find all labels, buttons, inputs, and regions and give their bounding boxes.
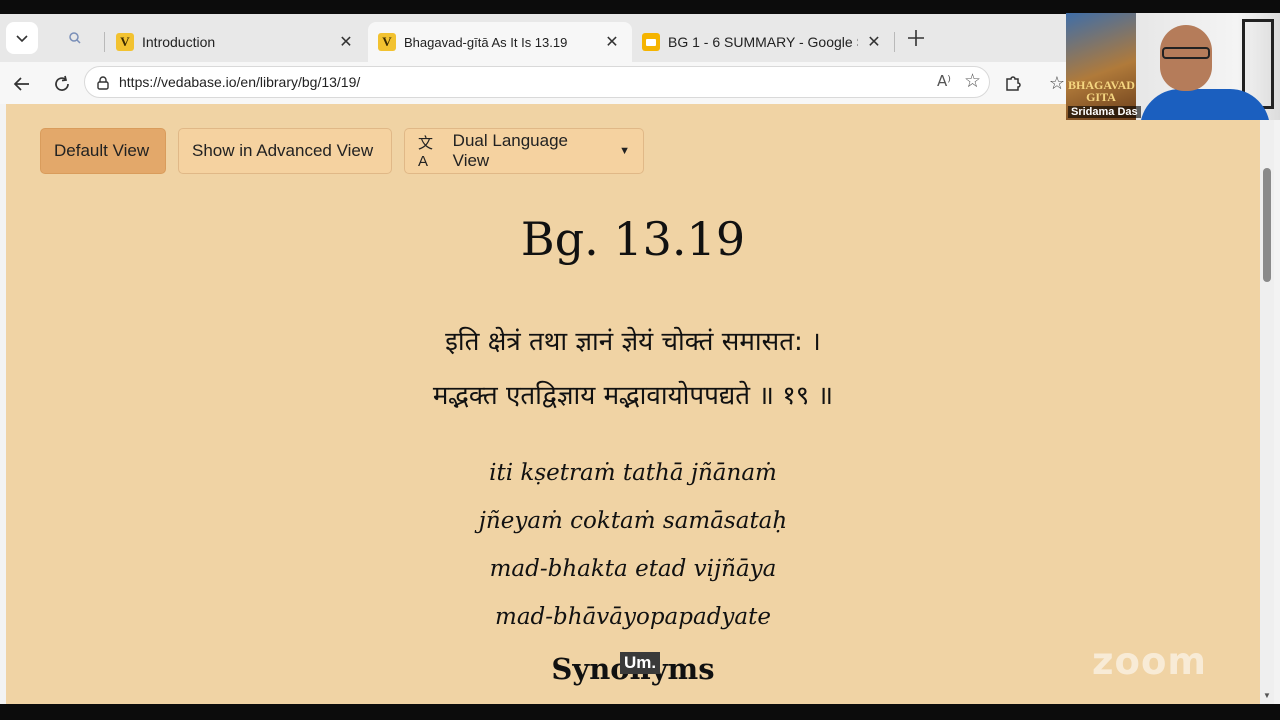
address-bar[interactable]: https://vedabase.io/en/library/bg/13/19/… bbox=[84, 66, 990, 98]
transliteration-line-3: mad-bhakta etad vijñāya bbox=[489, 556, 777, 582]
page-scrollbar[interactable]: ▲ ▼ bbox=[1260, 104, 1274, 704]
web-page-content: Default View Show in Advanced View 文A Du… bbox=[6, 104, 1260, 704]
search-icon bbox=[69, 32, 81, 44]
dual-language-view-label: Dual Language View bbox=[452, 131, 568, 170]
google-slides-favicon-icon bbox=[642, 33, 660, 51]
arrow-left-icon bbox=[13, 77, 29, 91]
favorites-star-icon: ☆ bbox=[1048, 72, 1066, 94]
participant-video: BHAGAVAD GITA Sridama Das bbox=[1066, 13, 1280, 120]
verse-title: Bg. 13.19 bbox=[520, 212, 746, 266]
back-button[interactable] bbox=[8, 70, 36, 98]
refresh-button[interactable] bbox=[48, 70, 76, 98]
advanced-view-label: Show in Advanced View bbox=[192, 141, 374, 160]
scroll-down-arrow-icon[interactable]: ▼ bbox=[1263, 691, 1271, 700]
devanagari-line-1: इति क्षेत्रं तथा ज्ञानं ज्ञेयं चोक्तं सम… bbox=[445, 327, 821, 357]
tab-actions-menu[interactable] bbox=[6, 22, 38, 54]
tab-title: Introduction bbox=[142, 34, 216, 50]
close-icon[interactable]: ✕ bbox=[336, 32, 356, 52]
scrollbar-thumb[interactable] bbox=[1263, 168, 1271, 282]
url-text: https://vedabase.io/en/library/bg/13/19/ bbox=[119, 74, 361, 90]
close-icon[interactable]: ✕ bbox=[864, 32, 884, 52]
participant-name-label: Sridama Das bbox=[1068, 106, 1141, 118]
dual-language-view-dropdown[interactable]: 文A Dual Language View ▼ bbox=[404, 128, 644, 174]
tab-separator bbox=[894, 32, 895, 52]
live-caption: Um. bbox=[620, 652, 661, 674]
read-aloud-icon[interactable]: A⁾ bbox=[937, 72, 951, 90]
chevron-down-icon: ▼ bbox=[619, 145, 630, 157]
transliteration-line-4: mad-bhāvāyopapadyate bbox=[495, 604, 771, 630]
book-cover-text: BHAGAVAD GITA bbox=[1068, 78, 1135, 104]
vedabase-favicon-icon: V bbox=[116, 33, 134, 51]
close-icon[interactable]: ✕ bbox=[602, 32, 622, 52]
translate-icon: 文A bbox=[418, 135, 434, 170]
default-view-label: Default View bbox=[54, 141, 150, 160]
puzzle-icon bbox=[1006, 76, 1021, 91]
participant-glasses bbox=[1162, 47, 1210, 59]
site-info-icon[interactable] bbox=[95, 75, 111, 96]
tab-separator bbox=[104, 32, 105, 52]
new-tab-button[interactable] bbox=[902, 24, 930, 52]
refresh-icon bbox=[55, 75, 69, 91]
tab-bhagavad-gita[interactable]: V Bhagavad-gītā As It Is 13.19 ✕ bbox=[368, 22, 632, 62]
advanced-view-button[interactable]: Show in Advanced View bbox=[178, 128, 392, 174]
favorite-star-icon[interactable]: ☆ bbox=[964, 70, 981, 92]
vedabase-favicon-icon: V bbox=[378, 33, 396, 51]
tab-title: Bhagavad-gītā As It Is 13.19 bbox=[404, 34, 568, 50]
transliteration-line-2: jñeyaṁ coktaṁ samāsataḥ bbox=[478, 508, 788, 534]
zoom-watermark-logo: zoom bbox=[1092, 640, 1207, 683]
tab-introduction[interactable]: V Introduction ✕ bbox=[106, 22, 366, 62]
default-view-button[interactable]: Default View bbox=[40, 128, 166, 174]
tab-title: BG 1 - 6 SUMMARY - Google Slides bbox=[668, 34, 858, 50]
transliteration-line-1: iti kṣetraṁ tathā jñānaṁ bbox=[489, 460, 777, 486]
chevron-down-icon bbox=[16, 35, 28, 43]
tab-search-button[interactable] bbox=[60, 24, 90, 52]
extensions-button[interactable] bbox=[1000, 70, 1026, 96]
devanagari-line-2: मद्भक्त एतद्विज्ञाय मद्भावायोपपद्यते ॥ १… bbox=[432, 381, 834, 411]
plus-icon bbox=[908, 30, 924, 46]
tab-google-slides[interactable]: BG 1 - 6 SUMMARY - Google Slides ✕ bbox=[632, 22, 894, 62]
